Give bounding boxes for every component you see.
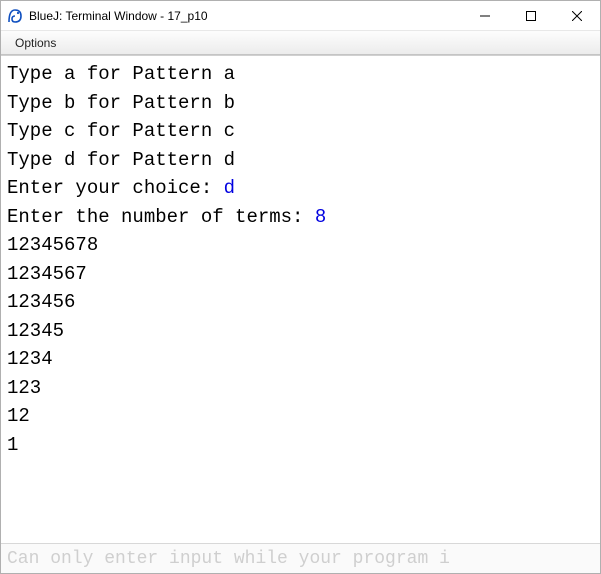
terminal-line: 1234567 — [7, 260, 594, 289]
terminal-line: Type d for Pattern d — [7, 146, 594, 175]
terminal-line: 1234 — [7, 345, 594, 374]
terminal-line: 1 — [7, 431, 594, 460]
bluej-icon — [7, 8, 23, 24]
close-button[interactable] — [554, 1, 600, 31]
window-title: BlueJ: Terminal Window - 17_p10 — [29, 9, 208, 23]
terminal-line: Enter the number of terms: 8 — [7, 203, 594, 232]
menubar: Options — [1, 31, 600, 55]
terminal-prompt-text: Type c for Pattern c — [7, 120, 235, 142]
terminal-prompt-text: 1234567 — [7, 263, 87, 285]
terminal-prompt-text: 12345678 — [7, 234, 98, 256]
terminal-line: 123 — [7, 374, 594, 403]
maximize-button[interactable] — [508, 1, 554, 31]
terminal-line: 12345 — [7, 317, 594, 346]
terminal-line: 12 — [7, 402, 594, 431]
terminal-line: Type a for Pattern a — [7, 60, 594, 89]
terminal-prompt-text: 123 — [7, 377, 41, 399]
terminal-user-input: 8 — [315, 206, 326, 228]
minimize-button[interactable] — [462, 1, 508, 31]
terminal-line: Type b for Pattern b — [7, 89, 594, 118]
terminal-prompt-text: 123456 — [7, 291, 75, 313]
terminal-prompt-text: 1234 — [7, 348, 53, 370]
terminal-user-input: d — [224, 177, 235, 199]
terminal-input-disabled: Can only enter input while your program … — [1, 543, 600, 573]
titlebar: BlueJ: Terminal Window - 17_p10 — [1, 1, 600, 31]
terminal-line: Type c for Pattern c — [7, 117, 594, 146]
terminal-prompt-text: 1 — [7, 434, 18, 456]
terminal-prompt-text: Type b for Pattern b — [7, 92, 235, 114]
terminal-line: 123456 — [7, 288, 594, 317]
terminal-window: BlueJ: Terminal Window - 17_p10 Options … — [0, 0, 601, 574]
terminal-line: Enter your choice: d — [7, 174, 594, 203]
menu-options[interactable]: Options — [9, 34, 62, 52]
terminal-prompt-text: Enter the number of terms: — [7, 206, 315, 228]
terminal-prompt-text: Type d for Pattern d — [7, 149, 235, 171]
terminal-prompt-text: Enter your choice: — [7, 177, 224, 199]
terminal-output: Type a for Pattern a Type b for Pattern b… — [1, 55, 600, 543]
terminal-prompt-text: 12345 — [7, 320, 64, 342]
terminal-line: 12345678 — [7, 231, 594, 260]
terminal-prompt-text: 12 — [7, 405, 30, 427]
window-controls — [462, 1, 600, 30]
terminal-prompt-text: Type a for Pattern a — [7, 63, 235, 85]
